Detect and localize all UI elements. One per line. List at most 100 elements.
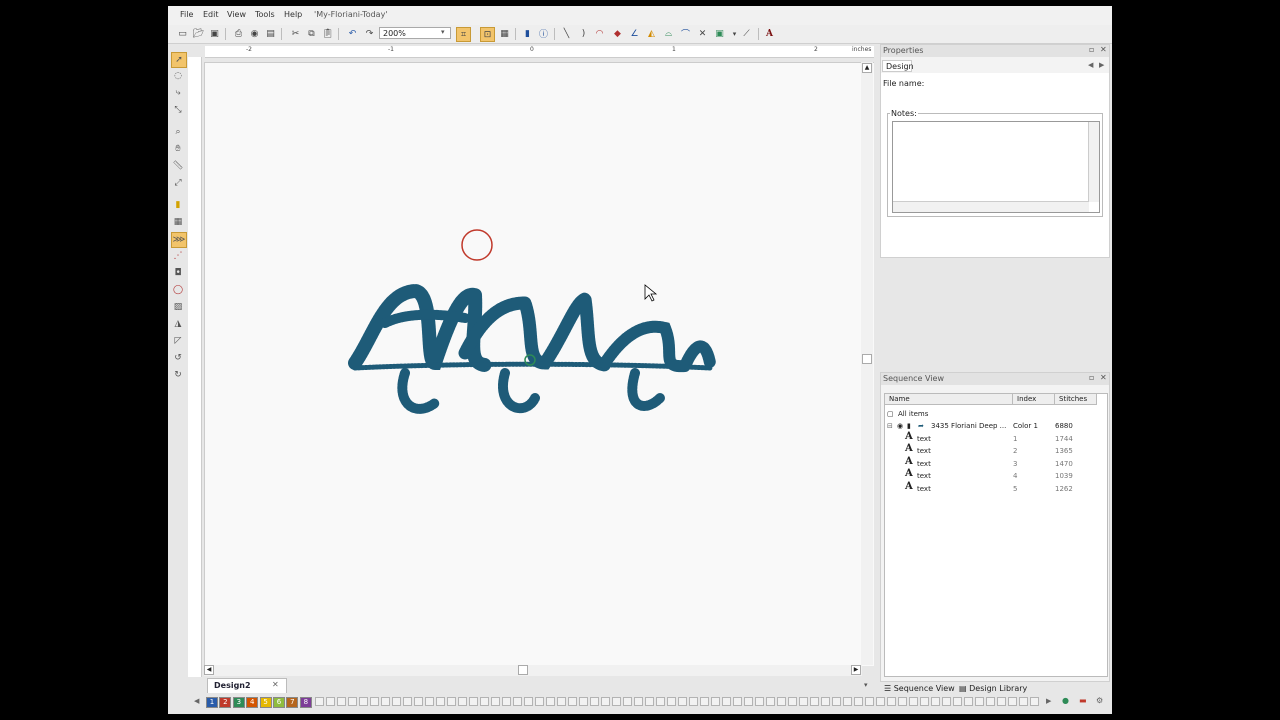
empty-swatch[interactable] (810, 697, 820, 706)
empty-swatch[interactable] (986, 697, 996, 706)
empty-swatch[interactable] (370, 697, 380, 706)
undo-icon[interactable]: ↶ (346, 27, 359, 40)
database-icon[interactable]: ▮ (521, 27, 534, 40)
skew-icon[interactable]: ◸ (171, 334, 185, 348)
embroidery-text-design[interactable] (348, 283, 716, 414)
stitch-preview-icon[interactable]: ◉ (248, 27, 261, 40)
empty-swatch[interactable] (359, 697, 369, 706)
tab-sequence-view[interactable]: ☰ Sequence View (884, 684, 955, 693)
scroll-up-icon[interactable]: ▲ (862, 63, 872, 73)
empty-swatch[interactable] (700, 697, 710, 706)
empty-swatch[interactable] (414, 697, 424, 706)
empty-swatch[interactable] (755, 697, 765, 706)
notes-vscroll[interactable] (1088, 122, 1099, 202)
empty-swatch[interactable] (975, 697, 985, 706)
info-icon[interactable]: ⓘ (537, 27, 550, 40)
empty-swatch[interactable] (458, 697, 468, 706)
thread-swatch-3[interactable]: 3 (232, 697, 245, 708)
empty-swatch[interactable] (447, 697, 457, 706)
column-header-index[interactable]: Index (1013, 394, 1055, 405)
zoom-icon[interactable]: ⌕ (171, 125, 185, 139)
empty-swatch[interactable] (788, 697, 798, 706)
empty-swatch[interactable] (711, 697, 721, 706)
satin-icon[interactable]: ⋙ (171, 232, 187, 248)
thread-swatch-7[interactable]: 7 (286, 697, 299, 708)
rotate-right-icon[interactable]: ↻ (171, 368, 185, 382)
tab-design[interactable]: Design (882, 60, 914, 72)
dome-icon[interactable]: ⌓ (662, 27, 675, 40)
empty-swatch[interactable] (392, 697, 402, 706)
table-row[interactable]: A text 4 1039 (887, 468, 1097, 483)
thread-swatch-2[interactable]: 2 (219, 697, 232, 708)
empty-swatch[interactable] (557, 697, 567, 706)
pan-icon[interactable]: ✋︎ (171, 142, 185, 156)
close-icon[interactable]: ✕ (272, 680, 279, 689)
chevron-down-icon[interactable]: ▾ (864, 681, 868, 689)
arc-icon[interactable]: ) (577, 27, 590, 40)
empty-swatch[interactable] (491, 697, 501, 706)
column-header-name[interactable]: Name (885, 394, 1013, 405)
collapse-icon[interactable]: ⊟ (887, 420, 893, 432)
open-icon[interactable]: 📂︎ (192, 27, 205, 40)
empty-swatch[interactable] (337, 697, 347, 706)
hoop-icon[interactable]: ⌗ (456, 27, 471, 42)
empty-swatch[interactable] (865, 697, 875, 706)
empty-swatch[interactable] (381, 697, 391, 706)
empty-swatch[interactable] (887, 697, 897, 706)
empty-swatch[interactable] (469, 697, 479, 706)
close-shape-icon[interactable]: ✕ (696, 27, 709, 40)
empty-swatch[interactable] (612, 697, 622, 706)
empty-swatch[interactable] (854, 697, 864, 706)
palette-left-icon[interactable]: ◀ (194, 697, 199, 705)
fill-icon[interactable]: ◆ (611, 27, 624, 40)
empty-swatch[interactable] (766, 697, 776, 706)
dome-outline-icon[interactable]: ⌒ (679, 27, 692, 40)
grid-icon[interactable]: ▦ (498, 27, 511, 40)
palette-right-icon[interactable]: ▶ (1046, 697, 1051, 705)
notes-textarea[interactable] (892, 121, 1100, 213)
print-preview-icon[interactable]: ▤ (264, 27, 277, 40)
wand-icon[interactable]: ⟋ (740, 27, 753, 40)
empty-swatch[interactable] (821, 697, 831, 706)
menu-edit[interactable]: Edit (203, 10, 219, 19)
empty-swatch[interactable] (656, 697, 666, 706)
pin-icon[interactable]: ▫ (1089, 373, 1094, 382)
text-tool-icon[interactable]: A (763, 27, 776, 40)
cut-icon[interactable]: ✂ (289, 27, 302, 40)
lock-icon[interactable]: ⊡ (480, 27, 495, 42)
empty-swatch[interactable] (634, 697, 644, 706)
thread-swatch-6[interactable]: 6 (273, 697, 285, 708)
chevron-down-icon[interactable]: ▾ (441, 28, 445, 36)
empty-swatch[interactable] (535, 697, 545, 706)
tree-color-group[interactable]: ⊟ ◉ ▮ ➦ 3435 Floriani Deep ... Color 1 6… (887, 420, 1097, 433)
empty-swatch[interactable] (777, 697, 787, 706)
close-icon[interactable]: ✕ (1100, 45, 1107, 54)
measure-icon[interactable]: 📏︎ (171, 159, 185, 173)
empty-swatch[interactable] (953, 697, 963, 706)
image-icon[interactable]: ▣ (713, 27, 726, 40)
close-icon[interactable]: ✕ (1100, 373, 1107, 382)
paste-icon[interactable]: 📋︎ (321, 27, 334, 40)
fit-icon[interactable]: ⤢ (171, 176, 185, 190)
empty-swatch[interactable] (436, 697, 446, 706)
empty-swatch[interactable] (425, 697, 435, 706)
empty-swatch[interactable] (590, 697, 600, 706)
tree-root[interactable]: ▢ All items (887, 408, 1097, 421)
empty-swatch[interactable] (667, 697, 677, 706)
empty-swatch[interactable] (1019, 697, 1029, 706)
empty-swatch[interactable] (997, 697, 1007, 706)
thread-swatch-1[interactable]: 1 (206, 697, 218, 708)
thread-swatch-5[interactable]: 5 (259, 697, 272, 708)
save-icon[interactable]: ▣ (208, 27, 221, 40)
empty-swatch[interactable] (546, 697, 556, 706)
empty-swatch[interactable] (689, 697, 699, 706)
empty-swatch[interactable] (843, 697, 853, 706)
hoop-center-marker[interactable] (461, 229, 493, 261)
empty-swatch[interactable] (315, 697, 325, 706)
settings-icon[interactable]: ⚙ (1096, 696, 1103, 705)
empty-swatch[interactable] (964, 697, 974, 706)
table-row[interactable]: A text 1 1744 (887, 431, 1097, 446)
new-icon[interactable]: ▭ (176, 27, 189, 40)
empty-swatch[interactable] (898, 697, 908, 706)
arrow-right-icon[interactable]: ▶ (1099, 61, 1104, 69)
